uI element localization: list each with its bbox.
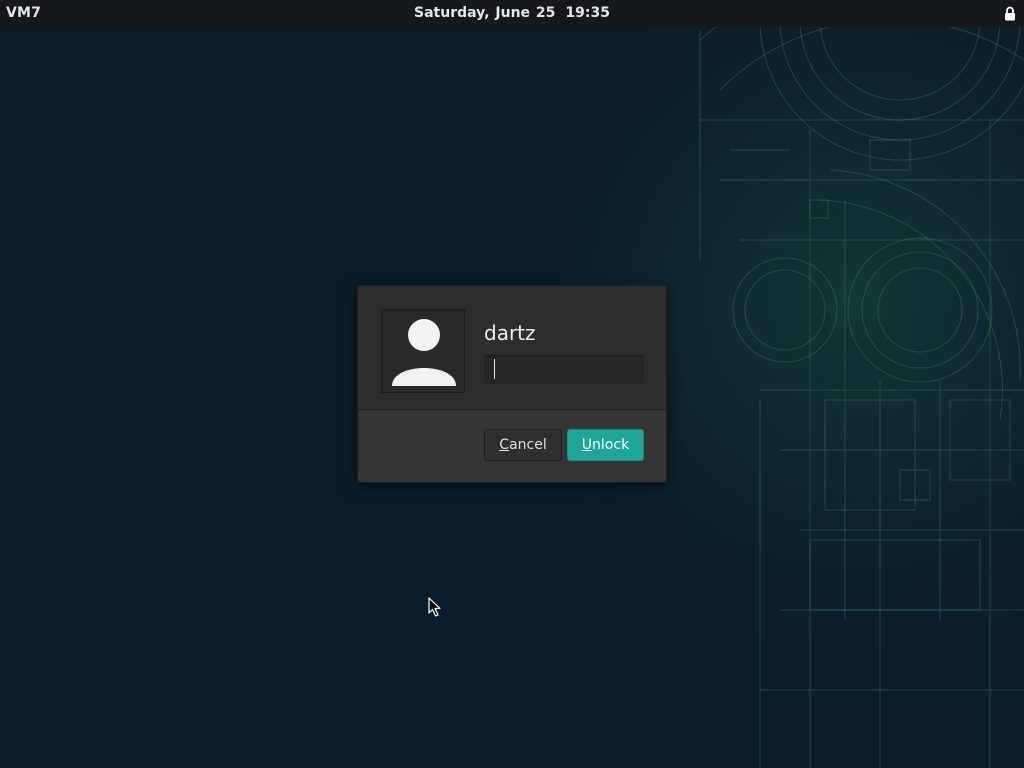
cancel-label: ancel [509, 437, 547, 453]
lock-screen: VM7 Saturday, June 25 19:35 dartz Cancel … [0, 0, 1024, 768]
unlock-button[interactable]: Unlock [567, 429, 644, 461]
text-caret [494, 359, 495, 379]
date-label: Saturday, June 25 [414, 5, 556, 21]
clock[interactable]: Saturday, June 25 19:35 [0, 5, 1024, 21]
top-bar: VM7 Saturday, June 25 19:35 [0, 0, 1024, 27]
arrow-pointer-icon [428, 597, 441, 617]
time-label: 19:35 [565, 5, 610, 21]
unlock-label: nlock [592, 437, 630, 453]
lock-icon [1005, 6, 1015, 21]
password-field[interactable] [484, 354, 644, 384]
cancel-mnemonic: C [499, 437, 510, 453]
unlock-mnemonic: U [581, 437, 593, 453]
username-label: dartz [484, 321, 536, 345]
dialog-header: dartz [358, 286, 666, 410]
user-avatar-icon [381, 309, 465, 393]
cancel-button[interactable]: Cancel [484, 429, 562, 461]
unlock-dialog: dartz Cancel Unlock [357, 285, 667, 483]
